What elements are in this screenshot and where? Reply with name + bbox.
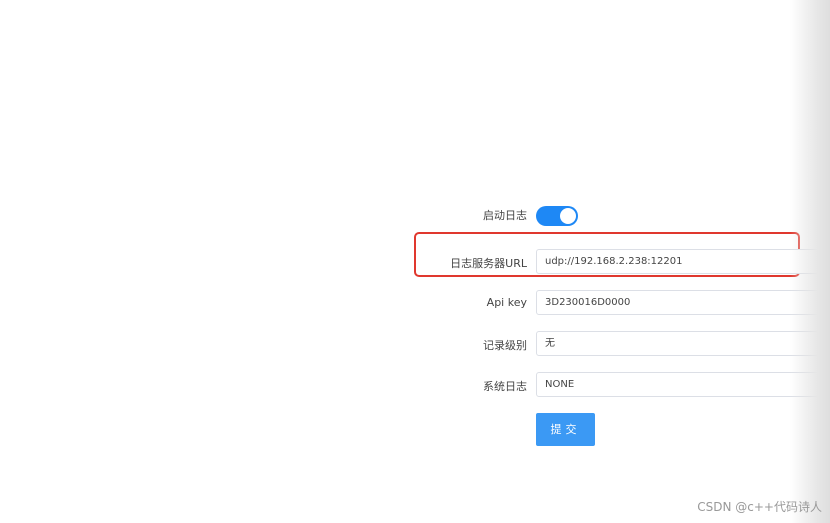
record-level-select[interactable]: 无 [536,331,830,356]
record-level-label: 记录级别 [483,339,527,352]
api-key-input[interactable]: 3D230016D0000 [536,290,830,315]
toggle-knob [560,208,576,224]
system-log-label: 系统日志 [483,380,527,393]
enable-log-label: 启动日志 [483,209,527,222]
system-log-select[interactable]: NONE [536,372,830,397]
enable-log-toggle[interactable] [536,206,578,226]
log-server-url-label: 日志服务器URL [450,257,527,270]
watermark: CSDN @c++代码诗人 [697,500,822,514]
api-key-label: Api key [486,296,527,309]
submit-button[interactable]: 提交 [536,413,595,446]
log-server-url-input[interactable]: udp://192.168.2.238:12201 [536,249,830,274]
